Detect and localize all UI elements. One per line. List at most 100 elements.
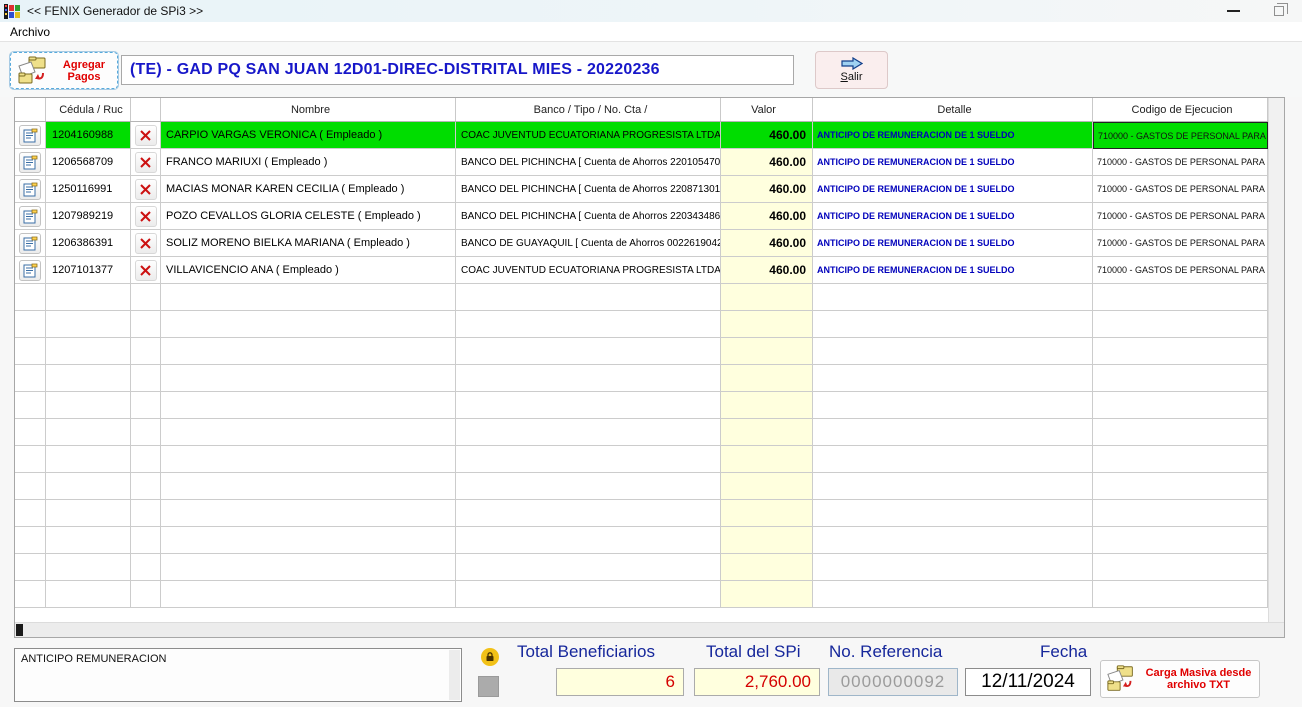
entity-title-field[interactable]: (TE) - GAD PQ SAN JUAN 12D01-DIREC-DISTR… — [121, 55, 794, 85]
delete-row-button[interactable] — [135, 179, 157, 200]
nombre-cell: FRANCO MARIUXI ( Empleado ) — [161, 149, 456, 176]
empty-cell — [131, 365, 161, 392]
menu-archivo[interactable]: Archivo — [0, 23, 60, 41]
empty-cell — [131, 338, 161, 365]
header-codigo: Codigo de Ejecucion — [1093, 98, 1268, 121]
salir-button[interactable]: Salir — [815, 51, 888, 89]
empty-table-row — [15, 284, 1268, 311]
edit-row-button[interactable] — [19, 206, 41, 227]
empty-cell — [1093, 581, 1268, 608]
codigo-cell: 710000 - GASTOS DE PERSONAL PARA INVERSI — [1093, 230, 1268, 257]
edit-cell — [15, 149, 46, 176]
grid-header: Cédula / Ruc Nombre Banco / Tipo / No. C… — [15, 98, 1268, 122]
empty-cell — [813, 473, 1093, 500]
empty-cell — [1093, 419, 1268, 446]
detalle-cell: ANTICIPO DE REMUNERACION DE 1 SUELDO — [813, 230, 1093, 257]
empty-cell — [161, 473, 456, 500]
codigo-cell: 710000 - GASTOS DE PERSONAL PARA INVERSI — [1093, 149, 1268, 176]
agregar-pagos-button[interactable]: Agregar Pagos — [10, 52, 118, 89]
window-title: << FENIX Generador de SPi3 >> — [27, 4, 203, 18]
banco-cell: BANCO DEL PICHINCHA [ Cuenta de Ahorros … — [456, 149, 721, 176]
fecha-field[interactable]: 12/11/2024 — [965, 668, 1091, 696]
agregar-pagos-label: Agregar Pagos — [51, 59, 117, 83]
empty-cell — [1093, 392, 1268, 419]
empty-cell — [15, 473, 46, 500]
delete-row-button[interactable] — [135, 125, 157, 146]
empty-cell — [1093, 311, 1268, 338]
payments-grid: Cédula / Ruc Nombre Banco / Tipo / No. C… — [15, 98, 1268, 622]
empty-cell — [46, 311, 131, 338]
table-row[interactable]: 1204160988CARPIO VARGAS VERONICA ( Emple… — [15, 122, 1268, 149]
codigo-cell: 710000 - GASTOS DE PERSONAL PARA INVERSI — [1093, 122, 1268, 149]
lock-toggle[interactable] — [481, 648, 499, 666]
edit-cell — [15, 122, 46, 149]
edit-row-button[interactable] — [19, 179, 41, 200]
nombre-cell: MACIAS MONAR KAREN CECILIA ( Empleado ) — [161, 176, 456, 203]
codigo-cell: 710000 - GASTOS DE PERSONAL PARA INVERSI — [1093, 257, 1268, 284]
status-square[interactable] — [478, 676, 499, 697]
minimize-button[interactable] — [1210, 0, 1256, 22]
empty-cell — [813, 365, 1093, 392]
empty-cell — [46, 338, 131, 365]
empty-cell — [15, 554, 46, 581]
header-valor: Valor — [721, 98, 813, 121]
empty-cell — [456, 419, 721, 446]
cedula-cell: 1207989219 — [46, 203, 131, 230]
table-row[interactable]: 1206568709 FRANCO MARIUXI ( Empleado )BAN… — [15, 149, 1268, 176]
restore-button[interactable] — [1256, 0, 1302, 22]
empty-cell — [456, 311, 721, 338]
empty-cell — [721, 581, 813, 608]
cedula-cell: 1206386391 — [46, 230, 131, 257]
empty-cell — [1093, 446, 1268, 473]
salir-label: Salir — [840, 71, 862, 83]
delete-row-button[interactable] — [135, 152, 157, 173]
delete-row-button[interactable] — [135, 206, 157, 227]
empty-cell — [813, 284, 1093, 311]
detalle-cell: ANTICIPO DE REMUNERACION DE 1 SUELDO — [813, 176, 1093, 203]
entity-title-text: (TE) - GAD PQ SAN JUAN 12D01-DIREC-DISTR… — [130, 61, 660, 79]
header-detalle: Detalle — [813, 98, 1093, 121]
table-row[interactable]: 1250116991MACIAS MONAR KAREN CECILIA ( E… — [15, 176, 1268, 203]
empty-cell — [131, 419, 161, 446]
observacion-textarea[interactable]: ANTICIPO REMUNERACION — [14, 648, 462, 702]
banco-cell: COAC JUVENTUD ECUATORIANA PROGRESISTA LT… — [456, 257, 721, 284]
delete-row-button[interactable] — [135, 260, 157, 281]
horizontal-scrollbar[interactable] — [15, 622, 1284, 637]
empty-cell — [15, 446, 46, 473]
valor-cell: 460.00 — [721, 230, 813, 257]
empty-cell — [721, 392, 813, 419]
empty-cell — [1093, 365, 1268, 392]
valor-cell: 460.00 — [721, 122, 813, 149]
app-icon — [4, 4, 21, 19]
header-nombre: Nombre — [161, 98, 456, 121]
empty-cell — [721, 419, 813, 446]
observacion-scrollbar[interactable] — [449, 650, 460, 700]
edit-row-button[interactable] — [19, 152, 41, 173]
edit-row-button[interactable] — [19, 260, 41, 281]
table-row[interactable]: 1207989219POZO CEVALLOS GLORIA CELESTE (… — [15, 203, 1268, 230]
vertical-scrollbar[interactable] — [1268, 98, 1284, 622]
empty-table-row — [15, 311, 1268, 338]
edit-row-button[interactable] — [19, 125, 41, 146]
table-row[interactable]: 1206386391SOLIZ MORENO BIELKA MARIANA ( … — [15, 230, 1268, 257]
empty-cell — [161, 500, 456, 527]
empty-cell — [46, 446, 131, 473]
empty-cell — [161, 527, 456, 554]
referencia-field: 0000000092 — [828, 668, 958, 696]
empty-cell — [456, 365, 721, 392]
empty-cell — [456, 446, 721, 473]
banco-cell: BANCO DEL PICHINCHA [ Cuenta de Ahorros … — [456, 176, 721, 203]
empty-cell — [46, 284, 131, 311]
codigo-cell: 710000 - GASTOS DE PERSONAL PARA INVERSI — [1093, 203, 1268, 230]
header-banco: Banco / Tipo / No. Cta / — [456, 98, 721, 121]
empty-cell — [15, 500, 46, 527]
empty-cell — [46, 419, 131, 446]
table-row[interactable]: 1207101377VILLAVICENCIO ANA ( Empleado )… — [15, 257, 1268, 284]
delete-row-button[interactable] — [135, 233, 157, 254]
carga-masiva-button[interactable]: Carga Masiva desde archivo TXT — [1100, 660, 1260, 698]
horizontal-scrollbar-thumb[interactable] — [16, 624, 23, 636]
cedula-cell: 1206568709 — [46, 149, 131, 176]
banco-cell: BANCO DE GUAYAQUIL [ Cuenta de Ahorros 0… — [456, 230, 721, 257]
edit-row-button[interactable] — [19, 233, 41, 254]
delete-cell — [131, 203, 161, 230]
